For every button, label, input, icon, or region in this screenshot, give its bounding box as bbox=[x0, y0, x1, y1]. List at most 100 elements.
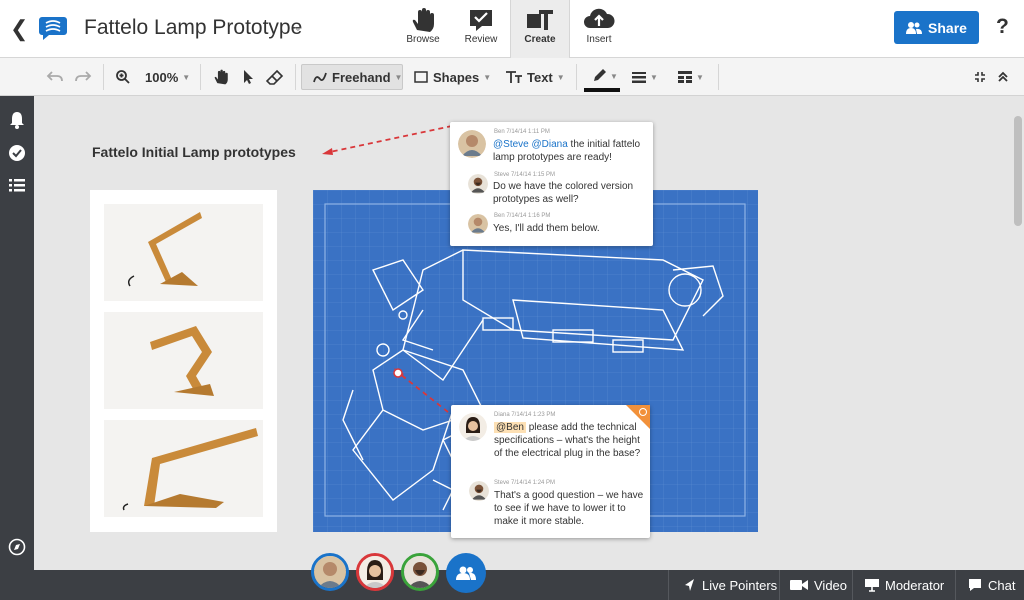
lamp-photo-1[interactable] bbox=[104, 204, 263, 301]
line-weight-icon bbox=[632, 72, 646, 83]
compass-icon[interactable] bbox=[8, 538, 26, 556]
participant-avatar-steve[interactable] bbox=[401, 553, 439, 591]
text-label: Text bbox=[527, 69, 553, 85]
comment-text: @Steve @Diana the initial fattelo lamp p… bbox=[493, 138, 647, 164]
avatar-steve bbox=[468, 174, 488, 194]
comment-thread-top[interactable]: Ben 7/14/14 1:11 PM @Steve @Diana the in… bbox=[450, 122, 653, 246]
top-bar: ❮ Fattelo Lamp Prototype ⌄ Browse Review… bbox=[0, 0, 1024, 58]
toolbar-divider bbox=[576, 64, 577, 90]
document-title[interactable]: Fattelo Lamp Prototype bbox=[84, 16, 302, 40]
vertical-scrollbar[interactable] bbox=[1012, 96, 1024, 570]
prototype-photos-card[interactable] bbox=[90, 190, 277, 532]
left-sidebar bbox=[0, 96, 34, 600]
comment-thread-bottom[interactable]: Diana 7/14/14 1:23 PM @Ben please add th… bbox=[451, 405, 650, 538]
mode-label: Browse bbox=[406, 34, 440, 45]
bottombar-divider bbox=[852, 570, 853, 600]
participants-group-button[interactable] bbox=[446, 553, 486, 593]
redo-icon[interactable] bbox=[74, 58, 92, 96]
mode-insert[interactable]: Insert bbox=[570, 0, 628, 58]
pan-hand-icon[interactable] bbox=[213, 58, 229, 96]
rectangle-icon bbox=[414, 71, 428, 83]
check-circle-icon[interactable] bbox=[8, 144, 26, 162]
cloud-upload-icon bbox=[584, 8, 615, 28]
avatar-ben bbox=[458, 130, 486, 158]
freehand-tool[interactable]: Freehand ▼ bbox=[312, 58, 402, 96]
comment-meta: Diana 7/14/14 1:23 PM bbox=[494, 412, 556, 418]
collapse-toolbar-icon[interactable] bbox=[997, 58, 1009, 96]
unread-dot-icon bbox=[639, 408, 647, 416]
back-chevron-icon[interactable]: ❮ bbox=[10, 16, 28, 42]
group-icon bbox=[456, 566, 476, 580]
comment-text: Do we have the colored version prototype… bbox=[493, 181, 634, 205]
bell-icon[interactable] bbox=[8, 111, 26, 129]
lamp-photo-2[interactable] bbox=[104, 312, 263, 409]
users-icon bbox=[906, 21, 923, 34]
participant-avatar-ben[interactable] bbox=[311, 553, 349, 591]
video-label: Video bbox=[814, 577, 848, 593]
shapes-tool[interactable]: Shapes ▼ bbox=[414, 58, 491, 96]
text-icon bbox=[506, 71, 522, 83]
grid-icon bbox=[678, 71, 692, 83]
create-icon bbox=[527, 10, 553, 30]
eraser-icon[interactable] bbox=[266, 58, 284, 96]
bottom-bar: Live Pointers Video Moderator Chat bbox=[0, 570, 1024, 600]
zoom-value: 100% bbox=[145, 69, 179, 85]
toolbar-divider bbox=[103, 64, 104, 90]
canvas-heading[interactable]: Fattelo Initial Lamp prototypes bbox=[92, 144, 296, 160]
list-icon[interactable] bbox=[8, 176, 26, 194]
pen-color-select[interactable]: ▼ bbox=[584, 58, 622, 96]
pointer-icon[interactable] bbox=[242, 58, 254, 96]
video-button[interactable]: Video bbox=[790, 570, 847, 600]
participant-avatar-diana[interactable] bbox=[356, 553, 394, 591]
title-dropdown-icon[interactable]: ⌄ bbox=[292, 18, 304, 35]
mode-browse[interactable]: Browse bbox=[394, 0, 452, 58]
mode-label: Create bbox=[524, 34, 556, 45]
video-camera-icon bbox=[790, 580, 808, 590]
help-button[interactable]: ? bbox=[996, 15, 1009, 39]
comment-meta: Steve 7/14/14 1:24 PM bbox=[494, 480, 556, 486]
annotation-arrow-bottom bbox=[393, 368, 449, 413]
share-label: Share bbox=[928, 19, 967, 36]
comment-text: That's a good question – we have to see … bbox=[494, 490, 644, 527]
review-icon bbox=[470, 10, 492, 31]
comment-text: Yes, I'll add them below. bbox=[493, 223, 600, 234]
live-pointers-button[interactable]: Live Pointers bbox=[684, 570, 777, 600]
avatar-ben bbox=[468, 214, 488, 234]
chat-button[interactable]: Chat bbox=[968, 570, 1015, 600]
zoom-select[interactable]: 100% ▼ bbox=[145, 58, 190, 96]
mode-create[interactable]: Create bbox=[510, 0, 570, 58]
zoom-icon[interactable] bbox=[115, 58, 131, 96]
annotation-arrow-top bbox=[322, 125, 453, 155]
scrollbar-thumb[interactable] bbox=[1014, 116, 1022, 226]
app-logo-icon[interactable] bbox=[38, 14, 68, 42]
comment-text: @Ben please add the technical specificat… bbox=[494, 421, 644, 460]
chat-bubble-icon bbox=[969, 579, 981, 591]
lamp-photo-3[interactable] bbox=[104, 420, 263, 517]
moderator-label: Moderator bbox=[885, 577, 945, 593]
line-weight-select[interactable]: ▼ bbox=[632, 58, 658, 96]
chat-label: Chat bbox=[988, 577, 1016, 593]
comment-meta: Ben 7/14/14 1:11 PM bbox=[494, 129, 550, 135]
bottombar-divider bbox=[779, 570, 780, 600]
hand-icon bbox=[412, 8, 434, 32]
text-tool[interactable]: Text ▼ bbox=[505, 58, 565, 96]
moderator-button[interactable]: Moderator bbox=[865, 570, 944, 600]
freehand-icon bbox=[313, 72, 327, 83]
fullscreen-icon[interactable] bbox=[974, 58, 986, 96]
mode-review[interactable]: Review bbox=[452, 0, 510, 58]
bottombar-divider bbox=[955, 570, 956, 600]
pen-color-swatch bbox=[584, 88, 620, 92]
tool-bar: 100% ▼ Freehand ▼ Shapes ▼ Text ▼ ▼ ▼ ▼ bbox=[0, 58, 1024, 96]
comment-mention[interactable]: @Ben bbox=[494, 422, 526, 433]
arrange-select[interactable]: ▼ bbox=[678, 58, 704, 96]
mode-label: Review bbox=[464, 34, 498, 45]
share-button[interactable]: Share bbox=[894, 11, 979, 44]
presenter-icon bbox=[865, 579, 879, 592]
avatar-steve bbox=[469, 481, 489, 501]
undo-icon[interactable] bbox=[46, 58, 64, 96]
comment-mention[interactable]: @Steve @Diana bbox=[493, 139, 568, 150]
comment-meta: Steve 7/14/14 1:15 PM bbox=[494, 172, 556, 178]
avatar-diana bbox=[459, 413, 487, 441]
toolbar-divider bbox=[295, 64, 296, 90]
freehand-label: Freehand bbox=[332, 69, 391, 85]
